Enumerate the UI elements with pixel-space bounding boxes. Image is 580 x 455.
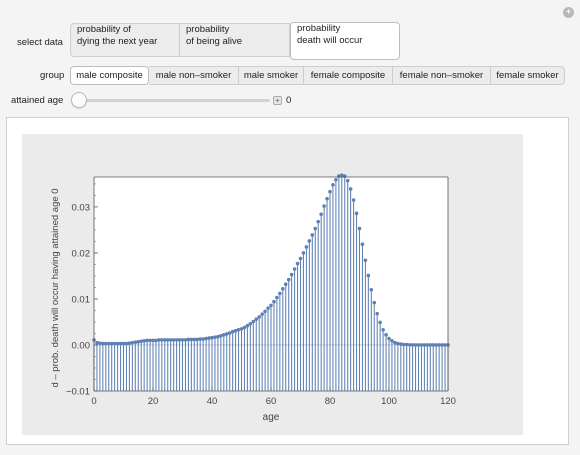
data-point bbox=[281, 287, 285, 291]
data-point bbox=[251, 319, 256, 324]
data-point bbox=[301, 251, 306, 255]
data-point bbox=[369, 287, 374, 292]
data-point bbox=[257, 315, 262, 319]
x-tick-label: 20 bbox=[148, 396, 159, 407]
data-point bbox=[384, 333, 388, 337]
data-point bbox=[372, 300, 377, 305]
data-point bbox=[363, 258, 368, 263]
data-point bbox=[289, 272, 294, 277]
data-point bbox=[360, 242, 365, 246]
data-point bbox=[286, 277, 291, 282]
x-tick-label: 40 bbox=[207, 396, 218, 407]
data-point bbox=[298, 256, 303, 261]
data-point bbox=[366, 273, 371, 278]
data-point bbox=[322, 204, 326, 208]
data-point bbox=[304, 245, 309, 249]
y-tick-label: 0.03 bbox=[72, 202, 91, 213]
x-tick-label: 100 bbox=[381, 396, 397, 407]
data-point bbox=[248, 322, 253, 326]
x-tick-label: 80 bbox=[325, 396, 336, 407]
y-tick-label: 0.01 bbox=[72, 294, 91, 305]
data-point bbox=[313, 226, 318, 231]
data-point bbox=[266, 306, 270, 310]
data-point bbox=[319, 212, 323, 217]
data-point bbox=[331, 183, 335, 187]
data-point bbox=[378, 320, 382, 325]
data-point bbox=[307, 239, 312, 243]
x-tick-label: 120 bbox=[440, 396, 456, 407]
data-point bbox=[283, 282, 288, 287]
data-point bbox=[375, 311, 380, 316]
y-axis-label: d – prob. death will occur having attain… bbox=[50, 188, 61, 387]
x-axis-label: age bbox=[263, 412, 280, 423]
data-point bbox=[260, 312, 264, 316]
data-point bbox=[348, 187, 353, 191]
data-point bbox=[334, 177, 338, 182]
data-point bbox=[316, 219, 321, 224]
data-point bbox=[387, 336, 391, 341]
x-tick-label: 60 bbox=[266, 396, 277, 407]
y-tick-label: 0.00 bbox=[72, 340, 91, 351]
chart: 0 20 40 60 80 100 120 −0.01 0.00 0.01 0.02 0.03 age d… bbox=[50, 173, 456, 423]
data-point bbox=[275, 295, 279, 300]
data-point bbox=[381, 327, 385, 332]
data-point bbox=[292, 267, 297, 271]
x-tick-label: 0 bbox=[91, 396, 96, 407]
data-point bbox=[269, 303, 273, 308]
data-point bbox=[328, 189, 332, 194]
data-point bbox=[254, 317, 259, 322]
data-point bbox=[295, 261, 300, 266]
y-tick-label: −0.01 bbox=[66, 387, 90, 398]
y-tick-label: 0.02 bbox=[72, 248, 91, 259]
data-point bbox=[263, 309, 267, 314]
data-point bbox=[357, 226, 362, 231]
data-point bbox=[272, 299, 276, 304]
data-point bbox=[354, 211, 359, 216]
data-point bbox=[310, 233, 315, 237]
data-point bbox=[351, 198, 356, 202]
data-point bbox=[325, 196, 329, 201]
data-point bbox=[278, 291, 282, 296]
data-point bbox=[345, 178, 350, 183]
